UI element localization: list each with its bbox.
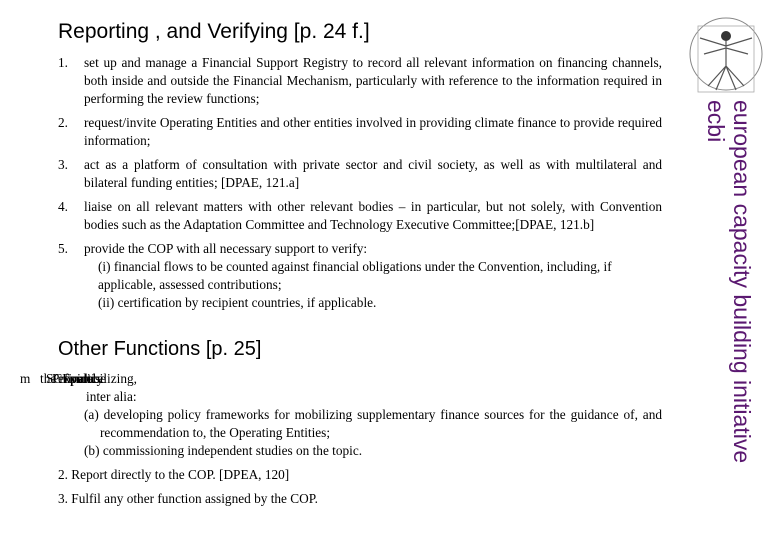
slide-title: Reporting , and Verifying [p. 24 f.]: [58, 20, 370, 43]
garbled-line: m the SCF Provide expertise finance policy mobi…: [20, 370, 662, 388]
ecbi-vertical-label: european capacity building initiative ec…: [703, 100, 755, 510]
item-number: 1.: [58, 55, 68, 70]
list-item: 5. provide the COP with all necessary sup…: [58, 240, 662, 312]
function-list: 1. set up and manage a Financial Support …: [58, 54, 662, 318]
org-name: european capacity building initiative: [729, 100, 755, 464]
inter-alia: inter alia:: [86, 389, 137, 404]
item-number: 3.: [58, 157, 68, 172]
item-2: 2. Report directly to the COP. [DPEA, 12…: [58, 467, 290, 482]
item-b: (b) commissioning independent studies on…: [84, 443, 363, 458]
item-a: (a) developing policy frameworks for mob…: [84, 407, 662, 440]
item-text: set up and manage a Financial Support Re…: [84, 54, 662, 108]
item-number: 4.: [58, 199, 68, 214]
other-functions: m the SCF Provide expertise finance policy mobi…: [20, 370, 662, 508]
sub-item: (i) financial flows to be counted agains…: [98, 259, 612, 292]
garbled-word: mobilizing,: [76, 371, 137, 386]
list-item: 2. request/invite Operating Entities and …: [58, 114, 662, 150]
item-number: 5.: [58, 241, 68, 256]
item-body: liaise on all relevant matters with othe…: [84, 199, 662, 232]
list-item: 4. liaise on all relevant matters with ot…: [58, 198, 662, 234]
item-text: request/invite Operating Entities and ot…: [84, 114, 662, 150]
org-acronym: ecbi: [703, 100, 729, 143]
list-item: 3. act as a platform of consultation with…: [58, 156, 662, 192]
item-body: set up and manage a Financial Support Re…: [84, 55, 662, 106]
sub-item: (ii) certification by recipient countrie…: [98, 295, 377, 310]
item-body: act as a platform of consultation with p…: [84, 157, 662, 190]
item-number: 2.: [58, 115, 68, 130]
item-text: liaise on all relevant matters with othe…: [84, 198, 662, 234]
item-text: act as a platform of consultation with p…: [84, 156, 662, 192]
vitruvian-man-logo: [689, 17, 763, 93]
garbled-word: m: [20, 371, 31, 386]
list-item: 1. set up and manage a Financial Support …: [58, 54, 662, 108]
item-3: 3. Fulfil any other function assigned by…: [58, 491, 319, 506]
item-body: request/invite Operating Entities and ot…: [84, 115, 662, 148]
section-heading: Other Functions [p. 25]: [58, 338, 262, 360]
item-body: provide the COP with all necessary suppo…: [84, 241, 368, 256]
item-text: provide the COP with all necessary suppo…: [84, 240, 662, 312]
